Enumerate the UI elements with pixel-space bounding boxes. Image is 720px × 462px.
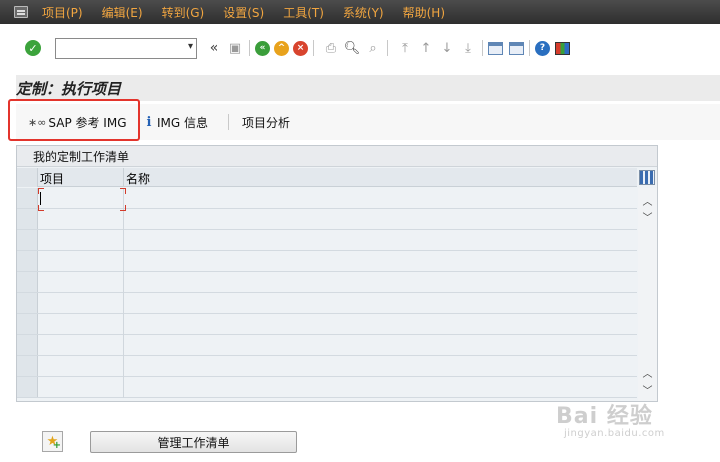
scroll-up-icon[interactable]: ︿ bbox=[638, 194, 657, 208]
info-icon: i bbox=[146, 114, 152, 130]
row-selector[interactable] bbox=[17, 188, 38, 208]
select-all-cell[interactable] bbox=[17, 168, 38, 187]
text-caret bbox=[40, 192, 41, 205]
toolbar-divider bbox=[249, 40, 250, 56]
cancel-icon[interactable]: × bbox=[293, 40, 308, 56]
column-divider bbox=[123, 314, 124, 335]
print-icon[interactable]: ⎙ bbox=[322, 39, 340, 57]
menu-edit[interactable]: 编辑(E) bbox=[102, 4, 143, 21]
shortcut-icon[interactable] bbox=[509, 41, 524, 55]
column-divider bbox=[123, 209, 124, 230]
toolbar-divider bbox=[313, 40, 314, 56]
toolbar-divider bbox=[228, 114, 229, 130]
help-icon[interactable]: ? bbox=[535, 40, 550, 56]
last-page-icon[interactable]: ⤓ bbox=[459, 39, 477, 57]
column-divider bbox=[123, 251, 124, 272]
column-divider bbox=[123, 272, 124, 293]
project-analysis-label: 项目分析 bbox=[242, 115, 291, 130]
system-menu-icon[interactable] bbox=[14, 6, 28, 18]
scroll-down-icon[interactable]: ﹀ bbox=[638, 210, 657, 224]
customize-layout-icon[interactable] bbox=[555, 41, 570, 55]
highlight-annotation-box bbox=[8, 99, 140, 141]
collapse-command-field-icon[interactable]: « bbox=[205, 39, 223, 57]
row-selector[interactable] bbox=[17, 209, 38, 229]
vertical-scrollbar[interactable]: ︿ ﹀ ︿ ﹀ bbox=[638, 188, 657, 401]
toolbar-divider bbox=[482, 40, 483, 56]
watermark-main: Bai 经验 bbox=[556, 404, 653, 429]
menu-help[interactable]: 帮助(H) bbox=[403, 4, 445, 21]
row-selector[interactable] bbox=[17, 335, 38, 355]
find-next-icon[interactable]: ⌕ bbox=[364, 39, 382, 57]
row-selector[interactable] bbox=[17, 230, 38, 250]
worklist-panel: 我的定制工作清单 项目 名称 ︿ ﹀ ︿ ﹀ bbox=[16, 145, 658, 402]
column-divider[interactable] bbox=[123, 168, 124, 187]
row-selector[interactable] bbox=[17, 314, 38, 334]
previous-page-icon[interactable]: ↑ bbox=[417, 39, 435, 57]
next-page-icon[interactable]: ↓ bbox=[438, 39, 456, 57]
row-selector[interactable] bbox=[17, 251, 38, 271]
back-icon[interactable]: « bbox=[255, 40, 270, 56]
baidu-watermark: Bai 经验 jingyan.baidu.com bbox=[556, 398, 716, 448]
column-divider bbox=[123, 335, 124, 356]
exit-icon[interactable]: ^ bbox=[274, 40, 289, 56]
table-row[interactable] bbox=[17, 230, 637, 251]
table-row[interactable] bbox=[17, 356, 637, 377]
save-icon[interactable]: ▣ bbox=[226, 39, 244, 57]
menu-goto[interactable]: 转到(G) bbox=[162, 4, 205, 21]
column-layout-icon[interactable] bbox=[639, 170, 655, 185]
column-divider bbox=[123, 293, 124, 314]
command-field[interactable]: ▾ bbox=[55, 37, 197, 59]
menu-tools[interactable]: 工具(T) bbox=[283, 4, 324, 21]
table-row[interactable] bbox=[17, 272, 637, 293]
enter-check-icon[interactable]: ✓ bbox=[25, 40, 41, 56]
row-selector[interactable] bbox=[17, 356, 38, 376]
table-row[interactable] bbox=[17, 377, 637, 398]
column-divider bbox=[123, 377, 124, 398]
menu-settings[interactable]: 设置(S) bbox=[223, 4, 264, 21]
img-info-label: IMG 信息 bbox=[157, 115, 209, 130]
scroll-down-icon[interactable]: ﹀ bbox=[638, 383, 657, 397]
column-divider bbox=[123, 230, 124, 251]
create-session-icon[interactable] bbox=[488, 41, 503, 55]
column-header-name[interactable]: 名称 bbox=[126, 170, 150, 187]
add-favorite-button[interactable]: ★ + bbox=[42, 431, 63, 452]
table-row[interactable] bbox=[17, 335, 637, 356]
first-page-icon[interactable]: ⤒ bbox=[396, 39, 414, 57]
command-input[interactable] bbox=[56, 39, 176, 57]
menu-project[interactable]: 项目(P) bbox=[42, 4, 83, 21]
watermark-sub: jingyan.baidu.com bbox=[564, 428, 665, 439]
active-cell-cursor[interactable] bbox=[38, 188, 126, 211]
toolbar-divider bbox=[529, 40, 530, 56]
row-selector[interactable] bbox=[17, 377, 38, 397]
grid-rows bbox=[17, 188, 637, 402]
plus-icon: + bbox=[52, 440, 61, 451]
chevron-down-icon[interactable]: ▾ bbox=[188, 41, 193, 52]
menu-bar: 项目(P) 编辑(E) 转到(G) 设置(S) 工具(T) 系统(Y) 帮助(H… bbox=[0, 0, 720, 24]
column-header-project[interactable]: 项目 bbox=[40, 170, 64, 187]
title-bar: 定制：执行项目 bbox=[16, 75, 720, 101]
scroll-up-icon[interactable]: ︿ bbox=[638, 366, 657, 380]
row-selector[interactable] bbox=[17, 293, 38, 313]
row-selector[interactable] bbox=[17, 272, 38, 292]
project-analysis-button[interactable]: 项目分析 bbox=[242, 108, 290, 136]
toolbar-divider bbox=[387, 40, 388, 56]
find-icon[interactable]: 🔍︎ bbox=[343, 39, 361, 57]
manage-worklist-button[interactable]: 管理工作清单 bbox=[90, 431, 297, 453]
grid-header: 项目 名称 bbox=[17, 168, 637, 187]
menu-system[interactable]: 系统(Y) bbox=[343, 4, 384, 21]
img-info-button[interactable]: i IMG 信息 bbox=[144, 108, 209, 136]
standard-toolbar: ✓ ▾ « ▣ « ^ × ⎙ 🔍︎ ⌕ ⤒ ↑ ↓ ⤓ ? bbox=[0, 24, 720, 72]
table-row[interactable] bbox=[17, 314, 637, 335]
table-row[interactable] bbox=[17, 209, 637, 230]
table-row[interactable] bbox=[17, 251, 637, 272]
worklist-title: 我的定制工作清单 bbox=[17, 146, 657, 167]
page-title: 定制：执行项目 bbox=[16, 79, 122, 98]
column-divider bbox=[123, 356, 124, 377]
table-row[interactable] bbox=[17, 293, 637, 314]
